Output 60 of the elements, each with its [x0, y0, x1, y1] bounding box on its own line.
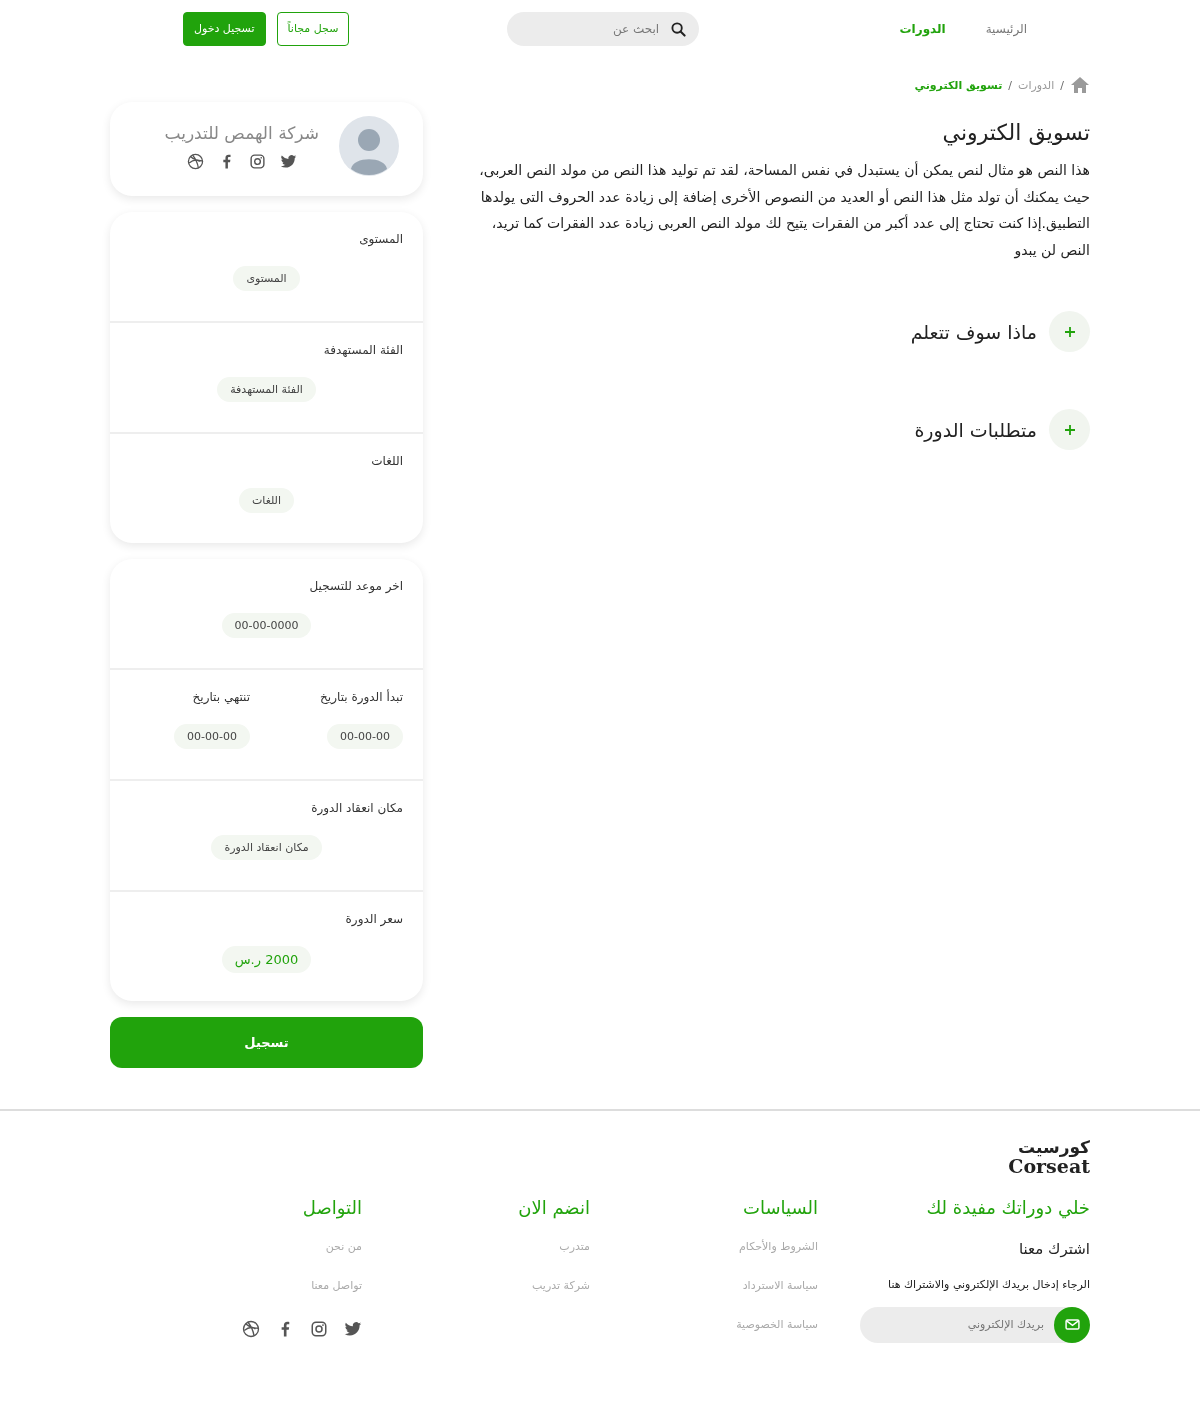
value-tag: 00-00-00	[327, 724, 403, 749]
plus-icon	[1063, 325, 1076, 338]
course-title: تسويق الكتروني	[941, 120, 1090, 145]
avatar-icon	[339, 116, 399, 176]
value-tag: مكان انعقاد الدورة	[211, 835, 322, 860]
email-field[interactable]: بريدك الإلكتروني	[860, 1306, 1068, 1343]
nav-link[interactable]: الدورات	[899, 21, 946, 36]
signup-button[interactable]: سجل مجاناً	[276, 11, 350, 46]
value-tag: المستوى	[233, 266, 300, 291]
subscribe-note: الرجاء إدخال بريدك الإلكتروني والاشتراك هنا	[888, 1277, 1090, 1291]
provider-name: شركة الهمص للتدريب	[164, 122, 319, 143]
footer-heading: السياسات	[743, 1196, 818, 1218]
field-label: تنتهي بتاريخ	[191, 690, 250, 704]
field-label: سعر الدورة	[344, 912, 403, 926]
breadcrumb-link[interactable]: تسويق الكتروني	[914, 78, 1003, 92]
footer-heading: انضم الان	[518, 1196, 590, 1218]
value-tag: 00-00-00	[174, 724, 250, 749]
twitter-icon[interactable]	[344, 1319, 362, 1338]
dribbble-icon[interactable]	[186, 152, 204, 170]
field-label: تبدأ الدورة بتاريخ	[319, 690, 403, 704]
value-tag: 00-00-0000	[221, 613, 312, 638]
expand-button[interactable]	[1049, 409, 1090, 450]
field-label: المستوى	[358, 232, 403, 246]
footer-link[interactable]: متدرب	[559, 1239, 590, 1253]
plus-icon	[1063, 423, 1076, 436]
value-tag: اللغات	[238, 488, 295, 513]
footer-heading: التواصل	[302, 1196, 362, 1218]
dribbble-icon[interactable]	[242, 1319, 260, 1338]
home-icon[interactable]	[1070, 76, 1090, 94]
footer-heading: خلي دوراتك مفيدة لك	[926, 1196, 1090, 1218]
accordion-title[interactable]: ماذا سوف تتعلم	[910, 320, 1037, 343]
search-icon	[671, 21, 687, 37]
field-label: مكان انعقاد الدورة	[310, 801, 403, 815]
search-field[interactable]: ابحث عن	[507, 11, 700, 46]
footer-link[interactable]: الشروط والأحكام	[739, 1239, 818, 1253]
field-label: اخر موعد للتسجيل	[308, 579, 403, 593]
footer-link[interactable]: شركة تدريب	[532, 1278, 590, 1292]
price-tag: 2000 ر.س	[221, 946, 312, 973]
field-label: اللغات	[370, 454, 403, 468]
subscribe-heading: اشترك معنا	[1018, 1239, 1090, 1258]
twitter-icon[interactable]	[279, 152, 297, 170]
breadcrumb-separator: /	[1008, 78, 1013, 92]
footer-link[interactable]: سياسة الخصوصية	[736, 1317, 818, 1331]
nav-link[interactable]: الرئيسية	[985, 21, 1027, 36]
expand-button[interactable]	[1049, 311, 1090, 352]
register-button[interactable]: تسجيل	[110, 1017, 423, 1068]
footer-link[interactable]: تواصل معنا	[311, 1278, 362, 1292]
footer-link[interactable]: من نحن	[325, 1239, 362, 1253]
course-description: هذا النص هو مثال لنص يمكن أن يستبدل في نفس المساحة، لقد تم توليد هذا النص من مولد النص العربى، حيث يمكنك أن تولد مثل هذا النص أو العديد من النصوص الأخرى إضافة إلى زيادة عدد الحروف التى يولدها التطبيق.إذا كنت تحتاج إلى عدد أكبر من الفقرات يتيح لك مولد النص العربى زيادة عدد الفقرات كما تريد، النص لن يبدو	[478, 160, 1090, 261]
accordion-title[interactable]: متطلبات الدورة	[914, 418, 1037, 441]
login-button[interactable]: تسجيل دخول	[183, 11, 266, 46]
instagram-icon[interactable]	[248, 152, 266, 170]
breadcrumb-separator: /	[1060, 78, 1064, 92]
instagram-icon[interactable]	[310, 1319, 328, 1338]
footer-link[interactable]: سياسة الاسترداد	[742, 1278, 818, 1292]
mail-icon	[1064, 1319, 1080, 1331]
field-label: الفئة المستهدفة	[322, 343, 403, 357]
value-tag: الفئة المستهدفة	[217, 377, 316, 402]
subscribe-button[interactable]	[1054, 1306, 1090, 1343]
breadcrumb-link[interactable]: الدورات	[1018, 78, 1055, 92]
